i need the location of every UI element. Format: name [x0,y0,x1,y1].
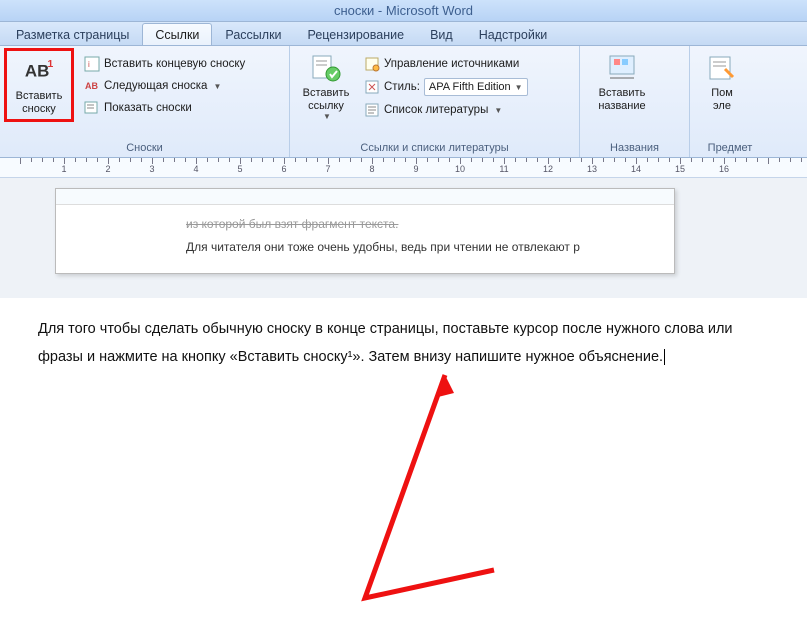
style-label: Стиль: [384,81,420,93]
bibliography-icon [364,102,380,118]
svg-text:AB: AB [85,81,98,91]
chevron-down-icon: ▼ [323,112,331,121]
window-title: сноски - Microsoft Word [334,3,473,18]
svg-text:1: 1 [47,59,53,70]
mark-entry-label: Пом эле [711,87,733,112]
insert-endnote-label: Вставить концевую сноску [104,58,245,70]
insert-citation-button[interactable]: Вставить ссылку ▼ [296,50,356,123]
style-value: APA Fifth Edition [429,81,511,93]
tab-addins[interactable]: Надстройки [466,23,561,45]
svg-text:i: i [88,60,90,69]
highlight-insert-footnote: AB1 Вставить сноску [4,48,74,122]
insert-endnote-button[interactable]: i Вставить концевую сноску [80,54,249,74]
footnote-small-buttons: i Вставить концевую сноску AB Следующая … [80,54,249,118]
group-captions: Вставить название Названия [580,46,690,157]
citation-small-buttons: Управление источниками Стиль: APA Fifth … [360,54,532,120]
tab-mailings[interactable]: Рассылки [212,23,294,45]
document-area: из которой был взят фрагмент текста. Для… [0,178,807,298]
manage-sources-icon [364,56,380,72]
chevron-down-icon: ▼ [213,82,221,91]
chevron-down-icon: ▼ [515,83,523,92]
insert-footnote-button[interactable]: AB1 Вставить сноску [9,53,69,117]
group-footnotes: AB1 Вставить сноску i Вставить концевую … [0,46,290,157]
show-notes-icon [84,100,100,116]
style-row: Стиль: APA Fifth Edition ▼ [360,76,532,98]
endnote-icon: i [84,56,100,72]
tab-page-layout[interactable]: Разметка страницы [3,23,142,45]
tab-review[interactable]: Рецензирование [295,23,418,45]
explanation-text-content: Для того чтобы сделать обычную сноску в … [38,321,733,365]
insert-caption-label: Вставить название [598,87,645,112]
insert-citation-label: Вставить ссылку [303,87,350,112]
group-footnotes-label: Сноски [6,140,283,157]
page-mini-ruler [56,189,674,205]
doc-line-2: Для читателя они тоже очень удобны, ведь… [186,236,654,259]
style-dropdown[interactable]: APA Fifth Edition ▼ [424,78,528,96]
show-notes-button[interactable]: Показать сноски [80,98,249,118]
insert-citation-icon [310,52,342,84]
explanation-text: Для того чтобы сделать обычную сноску в … [0,298,807,371]
chevron-down-icon: ▼ [494,106,502,115]
bibliography-label: Список литературы [384,104,488,116]
style-icon [364,79,380,95]
group-index: Пом эле Предмет [690,46,770,157]
bibliography-button[interactable]: Список литературы ▼ [360,100,532,120]
tab-view[interactable]: Вид [417,23,466,45]
manage-sources-button[interactable]: Управление источниками [360,54,532,74]
text-cursor [664,349,669,365]
window-title-bar: сноски - Microsoft Word [0,0,807,22]
next-footnote-label: Следующая сноска [104,80,207,92]
insert-caption-icon [606,52,638,84]
next-footnote-button[interactable]: AB Следующая сноска ▼ [80,76,249,96]
ribbon: AB1 Вставить сноску i Вставить концевую … [0,46,807,158]
horizontal-ruler[interactable]: 12345678910111213141516 [0,158,807,178]
group-index-label: Предмет [696,140,764,157]
insert-footnote-label: Вставить сноску [16,90,63,115]
group-captions-label: Названия [586,140,683,157]
group-citations-label: Ссылки и списки литературы [296,140,573,157]
show-notes-label: Показать сноски [104,102,192,114]
tab-references[interactable]: Ссылки [142,23,212,45]
svg-text:AB: AB [25,62,49,81]
manage-sources-label: Управление источниками [384,58,519,70]
group-citations: Вставить ссылку ▼ Управление источниками… [290,46,580,157]
document-page[interactable]: из которой был взят фрагмент текста. Для… [55,188,675,274]
insert-footnote-icon: AB1 [23,55,55,87]
next-footnote-icon: AB [84,78,100,94]
mark-entry-icon [706,52,738,84]
mark-entry-button[interactable]: Пом эле [696,50,748,114]
doc-line-1: из которой был взят фрагмент текста. [186,213,654,236]
insert-caption-button[interactable]: Вставить название [586,50,658,114]
ribbon-tabs: Разметка страницы Ссылки Рассылки Реценз… [0,22,807,46]
